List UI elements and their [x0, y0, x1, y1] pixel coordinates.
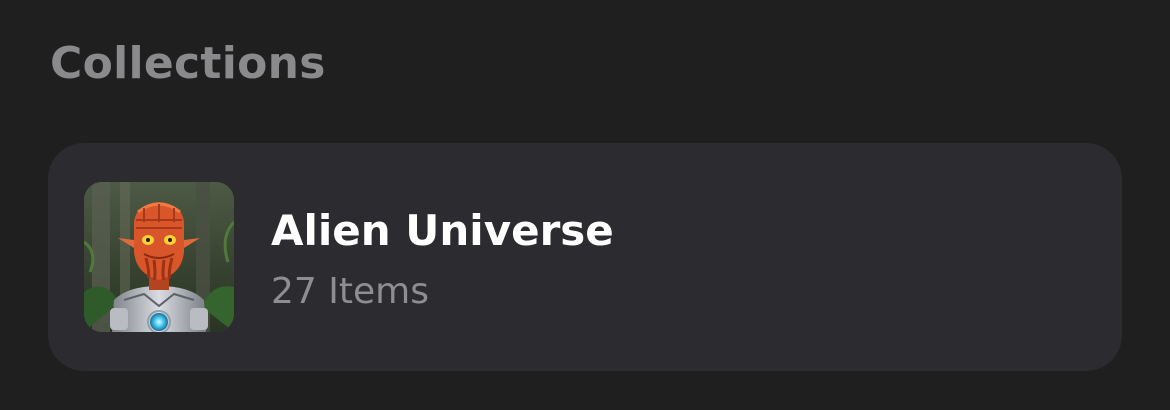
collection-name: Alien Universe — [271, 206, 614, 255]
section-title: Collections — [50, 38, 326, 89]
alien-avatar-image — [84, 182, 234, 332]
collection-thumbnail — [84, 182, 234, 332]
collection-item-count: 27 Items — [271, 271, 429, 312]
collection-card[interactable]: Alien Universe 27 Items — [48, 143, 1122, 371]
collections-screen: Collections Alien Universe 27 Items — [0, 0, 1170, 410]
